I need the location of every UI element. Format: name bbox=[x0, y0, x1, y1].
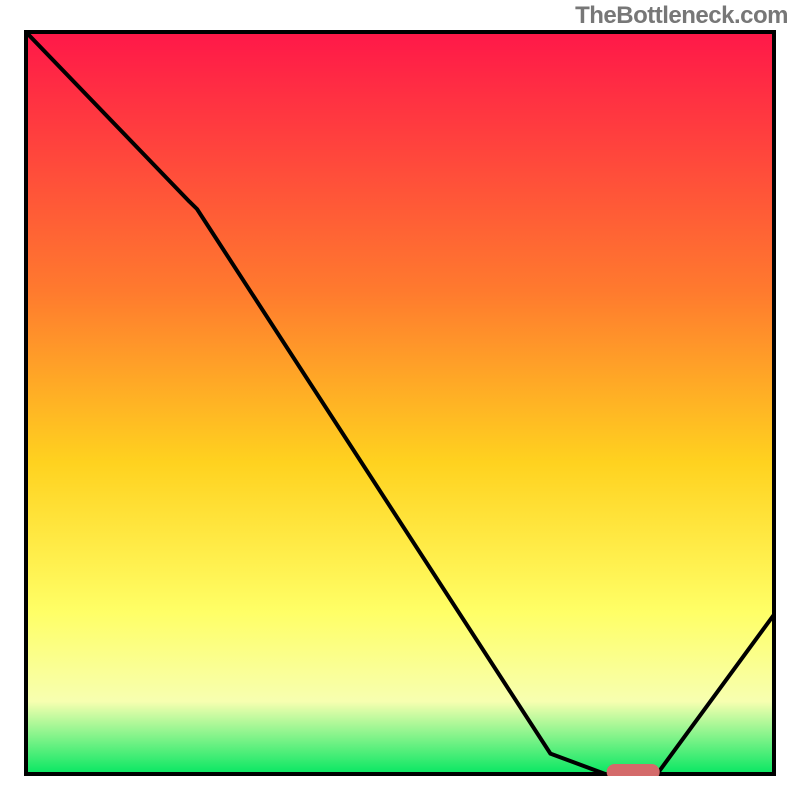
chart-svg bbox=[24, 30, 776, 776]
chart-frame: TheBottleneck.com bbox=[0, 0, 800, 800]
plot-area bbox=[24, 30, 776, 776]
watermark-text: TheBottleneck.com bbox=[575, 2, 788, 30]
optimal-range-marker bbox=[607, 764, 660, 776]
gradient-background bbox=[24, 30, 776, 776]
